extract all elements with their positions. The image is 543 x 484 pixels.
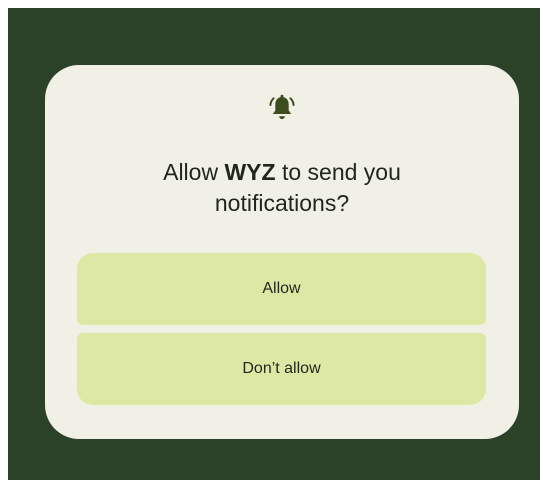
allow-button-label: Allow <box>262 280 301 297</box>
permission-dialog: Allow WYZ to send you notifications? All… <box>45 65 519 439</box>
bell-ringing-icon <box>269 94 295 120</box>
title-suffix: to send you <box>275 159 401 185</box>
dialog-title: Allow WYZ to send you notifications? <box>45 157 519 219</box>
dont-allow-button-label: Don’t allow <box>242 360 321 377</box>
title-line-2: notifications? <box>214 190 350 216</box>
app-name: WYZ <box>224 159 276 185</box>
screen-background: Allow WYZ to send you notifications? All… <box>8 8 540 480</box>
title-prefix: Allow <box>163 159 225 185</box>
allow-button[interactable]: Allow <box>77 253 486 325</box>
dont-allow-button[interactable]: Don’t allow <box>77 333 486 405</box>
